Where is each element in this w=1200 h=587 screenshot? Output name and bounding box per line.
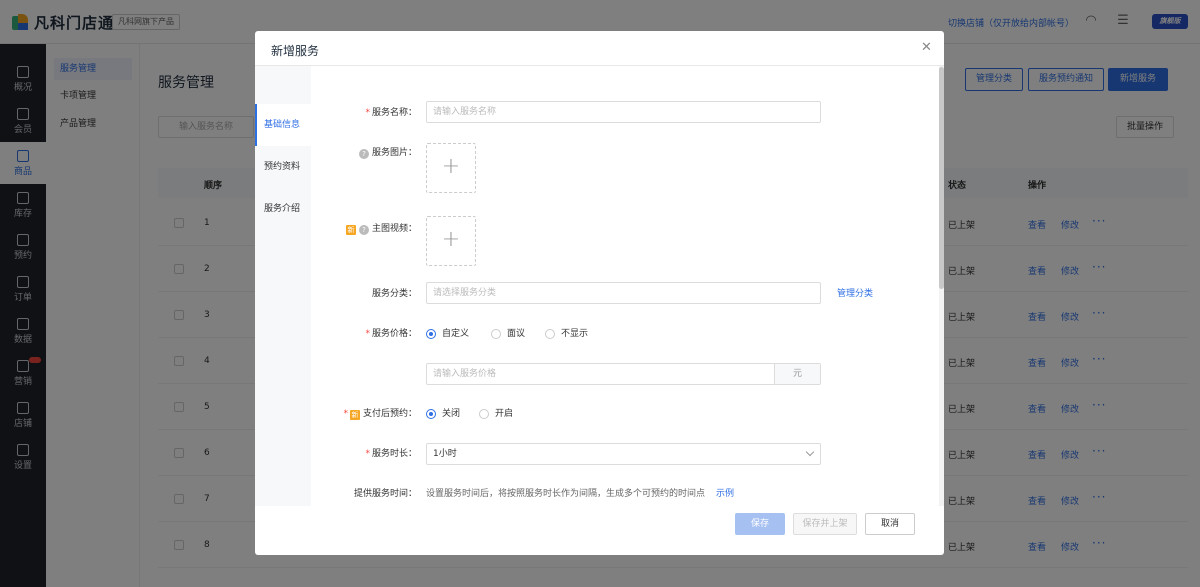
example-link[interactable]: 示例 — [716, 487, 734, 501]
image-upload-button[interactable]: + — [426, 143, 476, 193]
cancel-button[interactable]: 取消 — [865, 513, 915, 535]
label-text: 服务图片： — [371, 148, 417, 158]
pay-book-off-radio[interactable]: 关闭 — [426, 407, 460, 421]
video-upload-button[interactable]: + — [426, 216, 476, 266]
category-label: 服务分类： — [371, 289, 417, 299]
radio-label: 自定义 — [442, 329, 470, 339]
radio-dot — [491, 329, 501, 339]
price-negotiable-radio[interactable]: 面议 — [491, 327, 525, 341]
required-mark: * — [365, 108, 370, 118]
video-label: 新? 主图视频： — [255, 222, 417, 236]
label-text: 支付后预约： — [362, 409, 417, 419]
dialog-tabs: 基础信息 预约资料 服务介绍 — [255, 66, 311, 506]
required-mark: * — [365, 329, 370, 339]
label-text: 服务时长： — [371, 449, 417, 459]
radio-label: 关闭 — [442, 409, 461, 419]
manage-category-link[interactable]: 管理分类 — [837, 287, 873, 301]
question-icon[interactable]: ? — [358, 149, 369, 159]
radio-dot — [426, 329, 436, 339]
question-icon[interactable]: ? — [358, 225, 369, 235]
price-input[interactable]: 请输入服务价格 元 — [426, 363, 821, 385]
name-label: * 服务名称： — [255, 106, 417, 120]
radio-dot — [426, 409, 436, 419]
service-time-label: 提供服务时间： — [353, 489, 417, 499]
scrollbar-thumb[interactable] — [939, 67, 944, 289]
close-icon[interactable]: ✕ — [921, 41, 932, 55]
duration-select[interactable]: 1小时 — [426, 443, 821, 465]
duration-value: 1小时 — [433, 449, 457, 459]
price-label: * 服务价格： — [255, 327, 417, 341]
service-time-hint: 设置服务时间后，将按照服务时长作为间隔，生成多个可预约的时间点 — [426, 489, 706, 499]
price-custom-radio[interactable]: 自定义 — [426, 327, 469, 341]
add-service-dialog: 新增服务 ✕ 基础信息 预约资料 服务介绍 * 服务名称： 请输入服务名称 ? 服务… — [255, 31, 944, 555]
label-text: 主图视频： — [371, 224, 417, 234]
chevron-down-icon — [805, 447, 815, 457]
price-unit: 元 — [774, 364, 820, 384]
image-label: ? 服务图片： — [255, 146, 417, 160]
required-mark: * — [365, 449, 370, 459]
price-placeholder: 请输入服务价格 — [433, 369, 497, 379]
radio-label: 开启 — [495, 409, 514, 419]
radio-dot — [545, 329, 555, 339]
required-mark: * — [343, 409, 348, 419]
save-and-list-button[interactable]: 保存并上架 — [793, 513, 857, 535]
dialog-divider — [255, 65, 944, 66]
duration-label: * 服务时长： — [255, 447, 417, 461]
radio-dot — [479, 409, 489, 419]
price-hidden-radio[interactable]: 不显示 — [545, 327, 588, 341]
dialog-title: 新增服务 — [271, 44, 320, 58]
radio-label: 面议 — [507, 329, 526, 339]
pay-book-on-radio[interactable]: 开启 — [479, 407, 513, 421]
label-text: 服务名称： — [371, 108, 417, 118]
new-tag: 新 — [345, 225, 356, 235]
label-text: 服务价格： — [371, 329, 417, 339]
radio-label: 不显示 — [561, 329, 589, 339]
new-tag: 新 — [349, 410, 360, 420]
save-button[interactable]: 保存 — [735, 513, 785, 535]
service-name-input[interactable]: 请输入服务名称 — [426, 101, 821, 123]
pay-book-label: * 新支付后预约： — [255, 407, 417, 421]
category-select[interactable]: 请选择服务分类 — [426, 282, 821, 304]
